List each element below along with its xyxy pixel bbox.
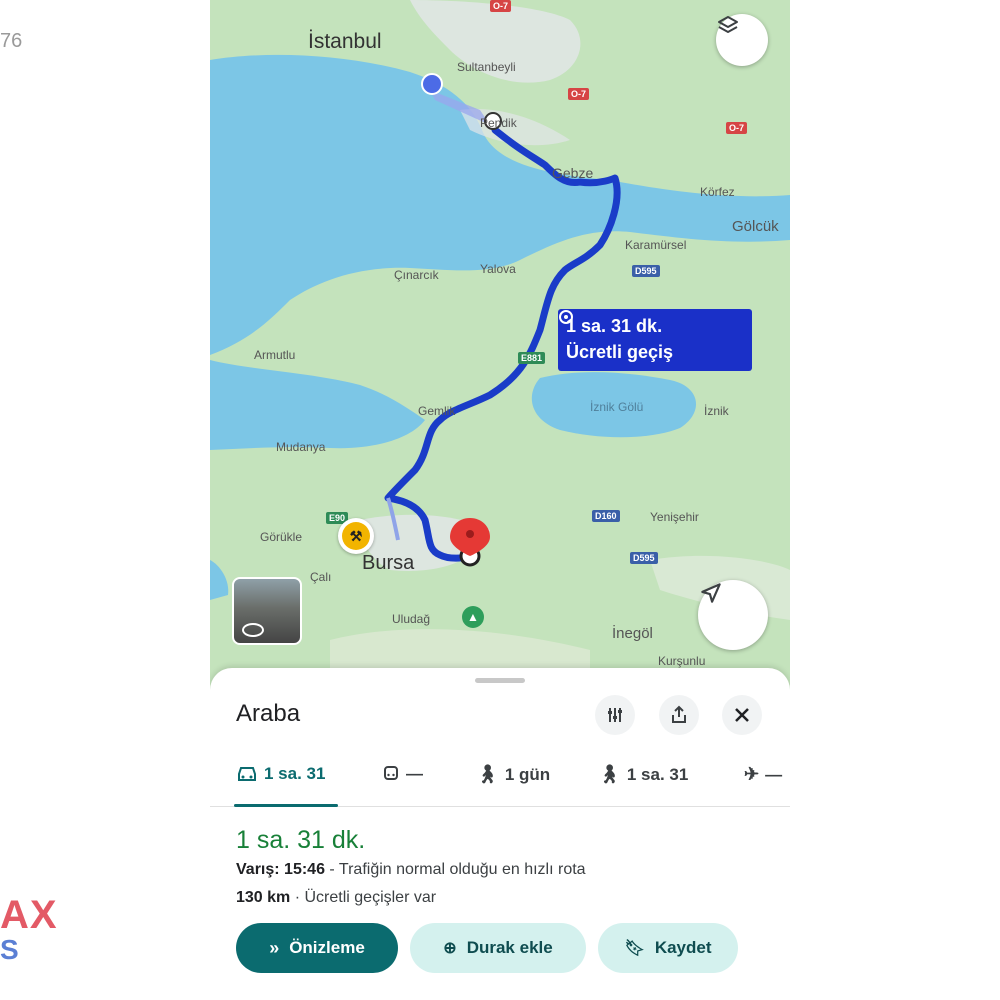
road-shield-e881: E881 xyxy=(518,352,546,364)
traffic-incident-icon[interactable]: ⚒ xyxy=(338,518,374,554)
route-toll-text: Ücretli geçiş xyxy=(566,342,674,362)
preview-button[interactable]: » Önizleme xyxy=(236,923,398,973)
town-label-yalova: Yalova xyxy=(480,262,516,276)
recenter-button[interactable] xyxy=(698,580,768,650)
active-tab-indicator xyxy=(234,804,338,807)
lake-label-iznik: İznik Gölü xyxy=(590,400,644,414)
tab-driving[interactable]: 1 sa. 31 xyxy=(236,764,325,784)
toll-icon xyxy=(559,310,573,324)
city-label-istanbul: İstanbul xyxy=(308,30,382,53)
hike-icon: 🚶︎ xyxy=(598,764,621,784)
street-view-thumbnail[interactable] xyxy=(232,577,302,645)
sliders-icon xyxy=(608,708,622,722)
town-label-gebze: Gebze xyxy=(552,165,594,181)
tab-walking-label: 1 gün xyxy=(504,764,551,784)
save-button[interactable]: 🔖︎ Kaydet xyxy=(598,923,738,973)
route-distance: 130 km xyxy=(236,889,291,906)
tab-transit[interactable]: — xyxy=(382,764,423,784)
share-button[interactable] xyxy=(659,695,699,735)
town-label-pendik: Pendik xyxy=(480,116,517,130)
tab-hiking[interactable]: 🚶︎ 1 sa. 31 xyxy=(598,764,688,785)
city-label-bursa: Bursa xyxy=(362,552,415,574)
town-label-mudanya: Mudanya xyxy=(276,440,326,454)
road-shield-o7: O-7 xyxy=(726,122,748,134)
arrival-description: - Trafiğin normal olduğu en hızlı rota xyxy=(329,861,586,878)
road-shield-d595: D595 xyxy=(632,265,660,277)
preview-label: Önizleme xyxy=(289,938,365,957)
arrival-time: 15:46 xyxy=(284,861,325,878)
town-label-sultanbeyli: Sultanbeyli xyxy=(457,60,516,74)
town-label-korfez: Körfez xyxy=(700,185,735,199)
add-stop-icon: ⊕ xyxy=(443,940,457,957)
town-label-cinarcik: Çınarcık xyxy=(394,268,439,282)
town-label-yenisehir: Yenişehir xyxy=(650,510,699,524)
tab-transit-label: — xyxy=(406,764,423,783)
town-label-karamursel: Karamürsel xyxy=(625,238,687,252)
route-time-callout[interactable]: 1 sa. 31 dk. Ücretli geçiş xyxy=(558,309,752,371)
edge-brand-subtext: S xyxy=(0,934,19,965)
road-shield-d160: D160 xyxy=(592,510,620,522)
street-view-icon xyxy=(242,623,264,637)
bookmark-icon: 🔖︎ xyxy=(624,940,645,957)
map-layers-button[interactable] xyxy=(716,14,768,66)
transit-icon xyxy=(384,766,398,780)
town-label-cali: Çalı xyxy=(310,570,332,584)
layers-icon xyxy=(718,16,738,33)
town-label-gemlik: Gemlik xyxy=(418,404,456,418)
town-label-armutlu: Armutlu xyxy=(254,348,296,362)
navigation-arrow-icon xyxy=(701,583,721,603)
flight-icon: ✈︎ xyxy=(744,764,760,784)
directions-sheet: Araba 1 sa. 31 — 🚶︎ 1 gün 🚶︎ 1 sa. 31 ✈︎… xyxy=(210,668,790,1000)
close-icon xyxy=(735,708,749,722)
road-shield-o7: O-7 xyxy=(490,0,512,12)
car-icon xyxy=(238,767,256,781)
tab-walking[interactable]: 🚶︎ 1 gün xyxy=(476,764,550,785)
route-time-text: 1 sa. 31 dk. xyxy=(566,316,663,336)
town-label-golcuk: Gölcük xyxy=(732,218,779,235)
town-label-uludag: Uludağ xyxy=(392,612,431,626)
sheet-title: Araba xyxy=(236,700,301,727)
share-icon xyxy=(672,705,686,723)
town-label-inegol: İnegöl xyxy=(612,625,653,642)
road-shield-o7: O-7 xyxy=(568,88,590,100)
arrival-info: Varış: 15:46 - Trafiğin normal olduğu en… xyxy=(236,861,586,879)
save-label: Kaydet xyxy=(654,938,712,957)
town-label-gorukle: Görükle xyxy=(260,530,303,544)
add-stop-button[interactable]: ⊕ Durak ekle xyxy=(410,923,586,973)
arrival-label: Varış: xyxy=(236,861,280,878)
town-label-iznik: İznik xyxy=(704,404,729,418)
add-stop-label: Durak ekle xyxy=(466,938,553,957)
tab-flight[interactable]: ✈︎ — xyxy=(744,764,782,785)
town-label-kursunlu: Kurşunlu xyxy=(658,654,706,668)
sheet-drag-handle[interactable] xyxy=(475,678,525,683)
tab-hiking-label: 1 sa. 31 xyxy=(626,764,689,784)
preview-icon: » xyxy=(269,937,280,958)
walk-icon: 🚶︎ xyxy=(476,764,499,784)
uludag-park-icon: ▲ xyxy=(462,606,484,628)
road-shield-d595: D595 xyxy=(630,552,658,564)
edge-number: 76 xyxy=(0,30,23,52)
travel-mode-tabs: 1 sa. 31 — 🚶︎ 1 gün 🚶︎ 1 sa. 31 ✈︎ — xyxy=(210,760,790,807)
map-view[interactable]: İstanbul Sultanbeyli Pendik Gebze Körfez… xyxy=(210,0,790,690)
phone-screen: İstanbul Sultanbeyli Pendik Gebze Körfez… xyxy=(210,0,790,1000)
route-options-button[interactable] xyxy=(595,695,635,735)
tab-driving-label: 1 sa. 31 xyxy=(264,764,326,783)
edge-brand-text: AX xyxy=(0,893,58,937)
route-duration: 1 sa. 31 dk. xyxy=(236,826,366,854)
close-button[interactable] xyxy=(722,695,762,735)
distance-info: 130 km · Ücretli geçişler var xyxy=(236,889,436,907)
tab-flight-label: — xyxy=(765,764,783,784)
toll-notice: · Ücretli geçişler var xyxy=(294,889,437,906)
